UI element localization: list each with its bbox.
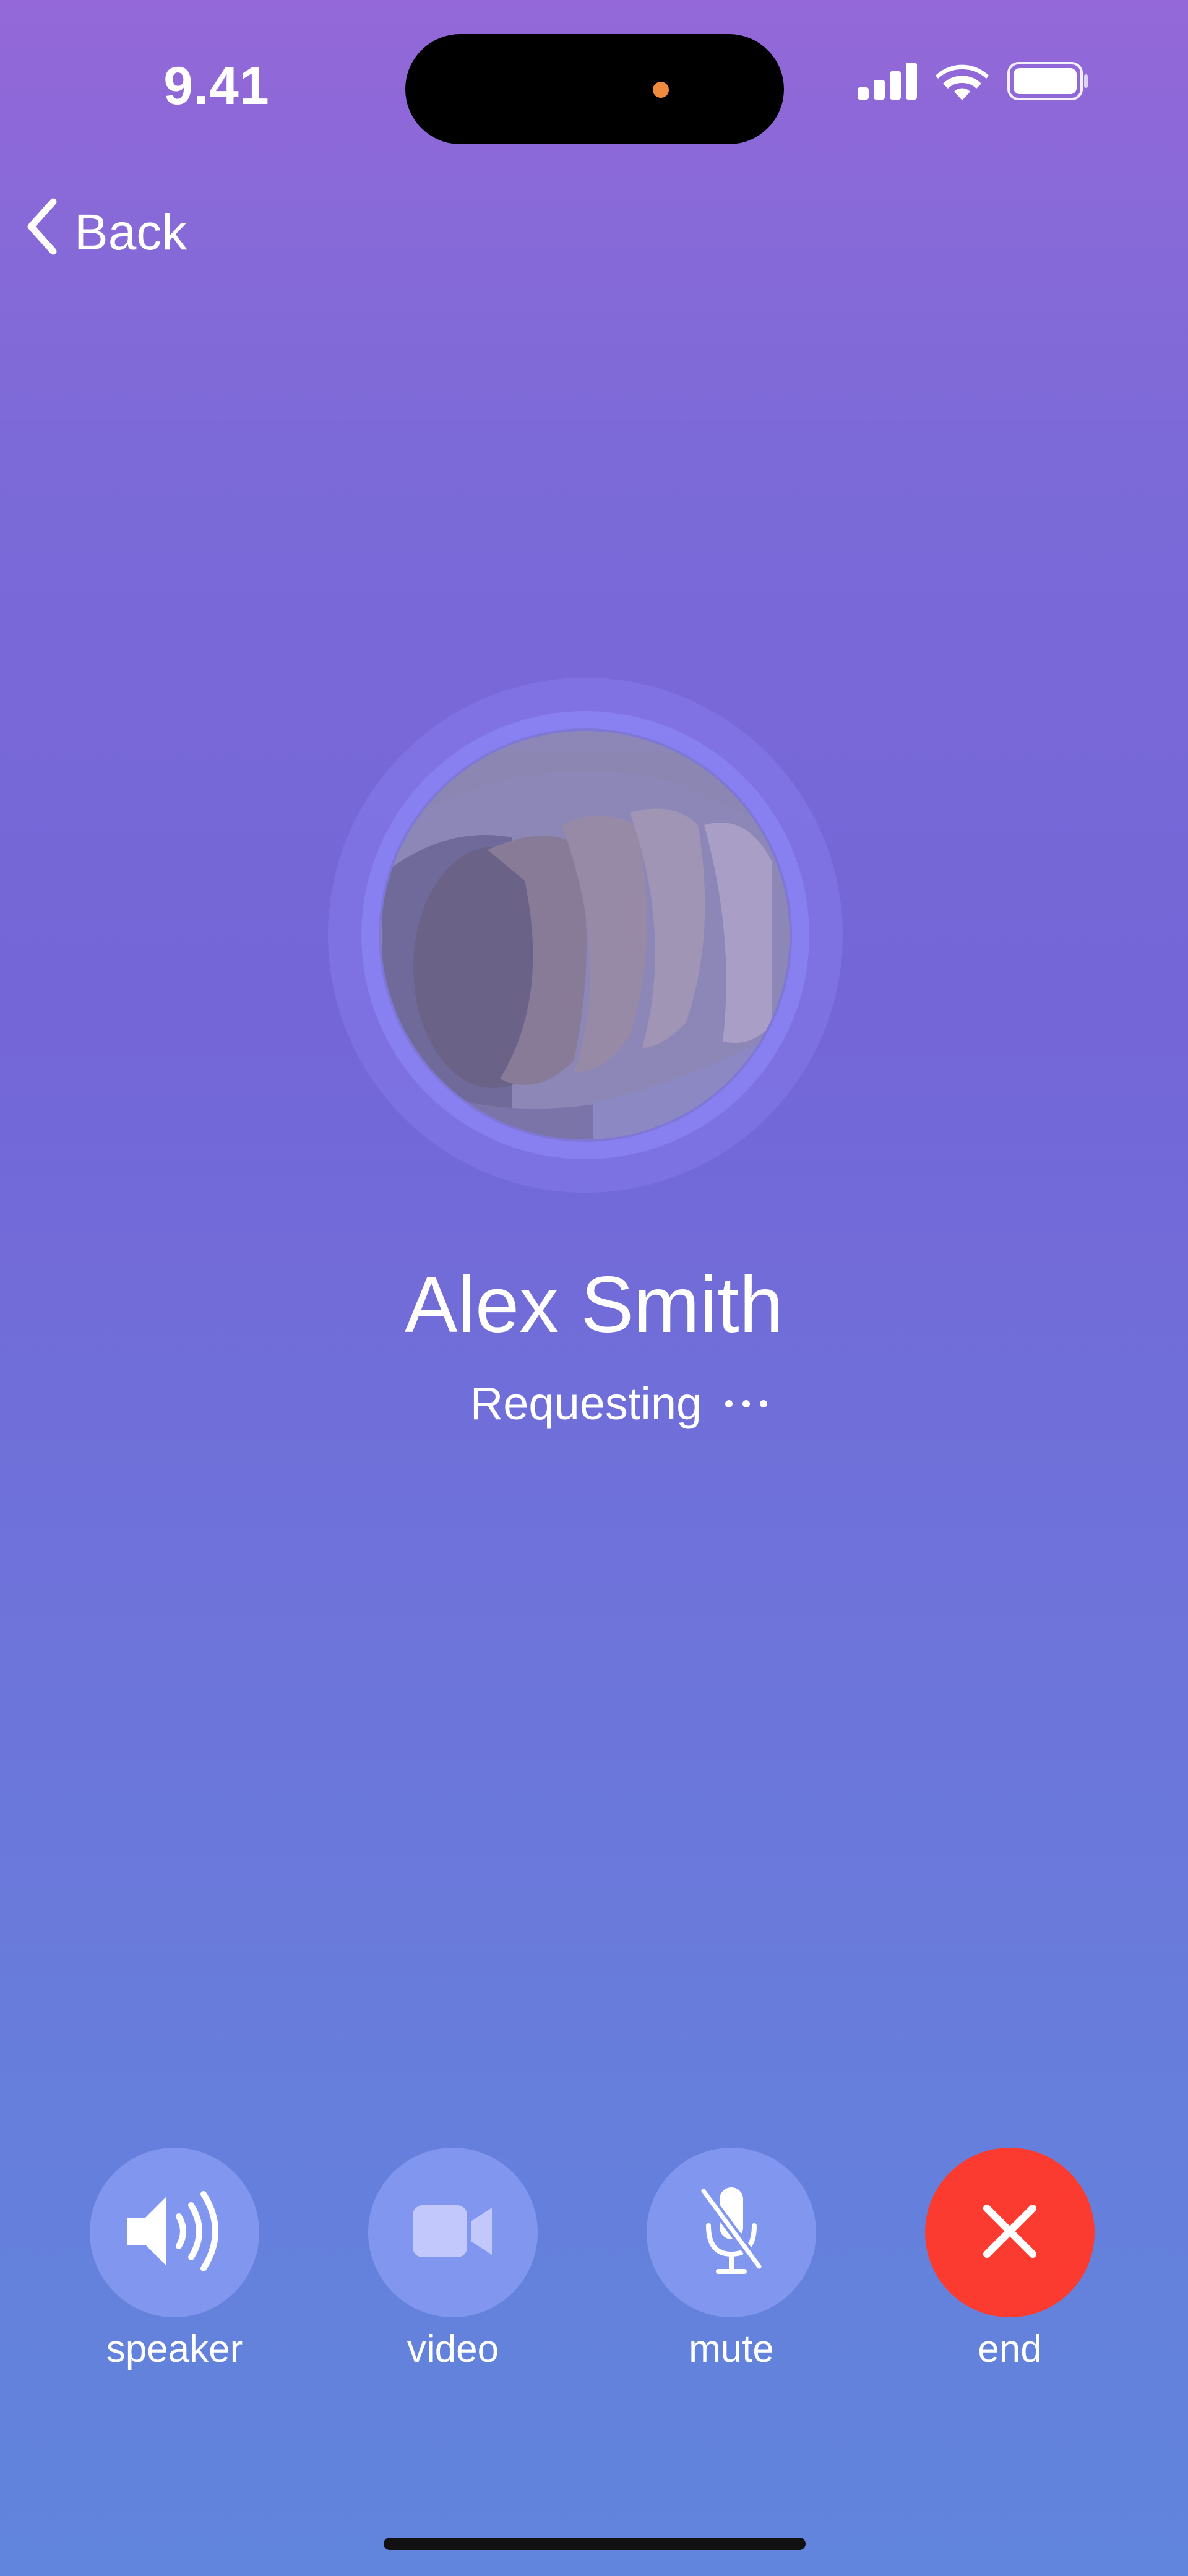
video-button[interactable]: video (368, 2148, 538, 2371)
chevron-left-icon (25, 198, 59, 267)
status-bar: 9.41 (0, 0, 1188, 179)
battery-icon (1007, 62, 1089, 103)
call-controls: speaker video mute end (0, 2148, 1188, 2383)
video-camera-icon (413, 2203, 493, 2263)
back-button[interactable]: Back (25, 198, 187, 267)
video-button-circle[interactable] (368, 2148, 538, 2317)
cellular-signal-icon (858, 63, 917, 103)
end-label: end (978, 2328, 1042, 2371)
home-indicator[interactable] (384, 2538, 806, 2550)
loading-dots-icon (725, 1399, 768, 1407)
end-call-button[interactable]: end (925, 2148, 1095, 2371)
close-icon (982, 2203, 1038, 2262)
call-status: Requesting (0, 1377, 1188, 1430)
caller-avatar (327, 676, 844, 1194)
speaker-button[interactable]: speaker (90, 2148, 259, 2371)
mute-button-circle[interactable] (647, 2148, 816, 2317)
wifi-icon (936, 62, 989, 103)
dynamic-island (405, 34, 784, 144)
speaker-button-circle[interactable] (90, 2148, 259, 2317)
microphone-muted-icon (697, 2185, 765, 2281)
back-label: Back (74, 204, 187, 261)
speaker-label: speaker (106, 2328, 243, 2371)
speaker-icon (122, 2188, 227, 2278)
mute-button[interactable]: mute (647, 2148, 816, 2371)
caller-name: Alex Smith (405, 1261, 783, 1349)
mute-label: mute (689, 2328, 774, 2371)
call-status-text: Requesting (470, 1378, 702, 1429)
camera-indicator-dot (653, 82, 669, 98)
status-icons (858, 62, 1089, 103)
end-call-button-circle[interactable] (925, 2148, 1095, 2317)
status-time: 9.41 (163, 56, 270, 116)
video-label: video (407, 2328, 499, 2371)
